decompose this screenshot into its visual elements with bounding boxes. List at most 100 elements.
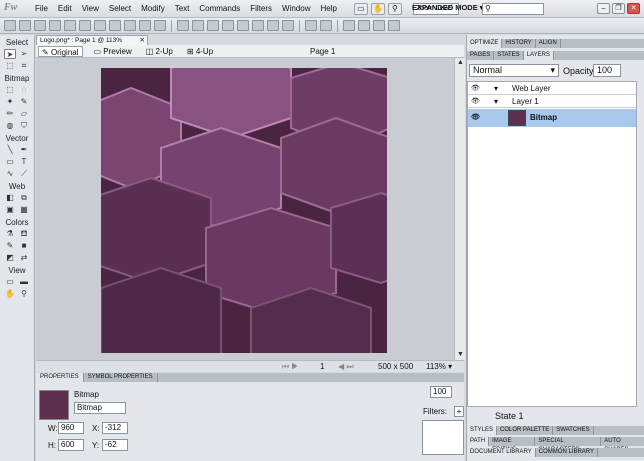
height-field[interactable]: 600 (58, 439, 84, 451)
hotspot-tool-icon[interactable]: ◧ (4, 193, 16, 203)
object-name-field[interactable]: Bitmap (74, 402, 126, 414)
menu-modify[interactable]: Modify (136, 4, 170, 13)
menu-text[interactable]: Text (170, 4, 195, 13)
eye-icon[interactable]: 👁 (471, 96, 480, 108)
tab-image-editing[interactable]: IMAGE EDITING (489, 437, 536, 453)
close-button[interactable]: ✕ (627, 3, 640, 14)
freeform-tool-icon[interactable]: ∿ (4, 169, 16, 179)
tab-symbol-properties[interactable]: SYMBOL PROPERTIES (84, 373, 158, 382)
tab-states[interactable]: STATES (494, 51, 524, 60)
eraser-tool-icon[interactable]: ▱ (18, 109, 30, 119)
text-tool-icon[interactable]: T (18, 157, 30, 167)
tab-swatches[interactable]: SWATCHES (553, 426, 594, 435)
scroll-up-icon[interactable]: ▲ (455, 58, 466, 68)
layer-row-web-layer[interactable]: 👁 ▾ Web Layer (468, 83, 636, 95)
tab-styles[interactable]: STYLES (467, 426, 498, 435)
stroke-color-icon[interactable]: ✎ (4, 241, 16, 251)
eye-icon[interactable]: 👁 (471, 83, 480, 95)
eye-icon[interactable]: 👁 (471, 109, 480, 127)
tab-layers[interactable]: LAYERS (523, 51, 554, 60)
menu-window[interactable]: Window (277, 4, 315, 13)
crop-tool-icon[interactable]: ⌗ (18, 61, 30, 71)
export-icon[interactable] (64, 20, 76, 31)
bring-to-front-icon[interactable] (267, 20, 279, 31)
brush-tool-icon[interactable]: ✎ (18, 97, 30, 107)
tab-auto-shapes[interactable]: AUTO SHAPES (601, 437, 644, 453)
tab-special-characters[interactable]: SPECIAL CHARACTERS (535, 437, 602, 453)
undo-icon[interactable] (94, 20, 106, 31)
tab-optimize[interactable]: OPTIMIZE (467, 39, 503, 48)
group-icon[interactable] (177, 20, 189, 31)
rotate-ccw-icon[interactable] (343, 20, 355, 31)
standard-screen-icon[interactable]: ▭ (4, 277, 16, 287)
send-backward-icon[interactable] (252, 20, 264, 31)
pen-tool-icon[interactable]: ✒ (18, 145, 30, 155)
new-icon[interactable] (4, 20, 16, 31)
width-field[interactable]: 960 (58, 422, 84, 434)
menu-select[interactable]: Select (104, 4, 136, 13)
magic-wand-tool-icon[interactable]: ✦ (4, 97, 16, 107)
tab-original[interactable]: ✎ Original (38, 45, 83, 57)
add-filter-button[interactable]: + (454, 406, 464, 417)
next-frame-icon[interactable]: ◀ ⏭ (338, 362, 354, 372)
tab-color-palette[interactable]: COLOR PALETTE (497, 426, 554, 435)
canvas-area[interactable] (36, 58, 454, 360)
subselection-tool-icon[interactable]: ➢ (18, 49, 30, 59)
print-icon[interactable] (79, 20, 91, 31)
flip-horizontal-icon[interactable] (373, 20, 385, 31)
rectangle-tool-icon[interactable]: ▭ (4, 157, 16, 167)
blend-mode-select[interactable]: Normal ▾ (469, 64, 559, 77)
layer-row-bitmap[interactable]: 👁 Bitmap (468, 109, 636, 127)
menu-view[interactable]: View (77, 4, 104, 13)
search-input[interactable]: ⚲ (482, 3, 544, 15)
tab-align[interactable]: ALIGN (536, 39, 561, 48)
paste-icon[interactable] (154, 20, 166, 31)
workspace-switcher[interactable]: EXPANDED MODE ▾ (412, 3, 484, 12)
paint-bucket-tool-icon[interactable]: ⛾ (18, 229, 30, 239)
tab-properties[interactable]: PROPERTIES (36, 373, 84, 382)
flip-vertical-icon[interactable] (388, 20, 400, 31)
menu-filters[interactable]: Filters (245, 4, 277, 13)
screen-mode-icon[interactable]: ▭ (353, 2, 368, 15)
close-document-icon[interactable]: ✕ (140, 36, 145, 45)
zoom-tool-icon[interactable]: ⚲ (18, 289, 30, 299)
hand-icon[interactable]: ✋ (370, 2, 385, 15)
bring-forward-icon[interactable] (237, 20, 249, 31)
zoom-icon[interactable]: ⚲ (387, 2, 402, 15)
rotate-cw-icon[interactable] (358, 20, 370, 31)
show-slices-icon[interactable]: ▦ (18, 205, 30, 215)
bitmap-artwork[interactable] (101, 68, 387, 353)
layer-opacity-field[interactable]: 100 (593, 64, 621, 77)
pointer-tool-icon[interactable]: ➤ (4, 49, 16, 59)
send-to-back-icon[interactable] (282, 20, 294, 31)
join-icon[interactable] (207, 20, 219, 31)
tab-common-library[interactable]: COMMON LIBRARY (536, 448, 599, 457)
default-colors-icon[interactable]: ◩ (4, 253, 16, 263)
knife-tool-icon[interactable]: ⟋ (18, 169, 30, 179)
ungroup-icon[interactable] (192, 20, 204, 31)
align-icon[interactable] (305, 20, 317, 31)
menu-commands[interactable]: Commands (194, 4, 245, 13)
copy-icon[interactable] (139, 20, 151, 31)
y-field[interactable]: -62 (102, 439, 128, 451)
slice-tool-icon[interactable]: ⧉ (18, 193, 30, 203)
restore-button[interactable]: ❐ (612, 3, 625, 14)
rubber-stamp-tool-icon[interactable]: ⛉ (18, 121, 30, 131)
opacity-field[interactable]: 100 (430, 386, 452, 398)
layer-row-layer-1[interactable]: 👁 ▾ Layer 1 (468, 96, 636, 108)
minimize-button[interactable]: – (597, 3, 610, 14)
hand-tool-icon[interactable]: ✋ (4, 289, 16, 299)
tab-4up[interactable]: ⊞ 4-Up (184, 46, 216, 57)
menu-help[interactable]: Help (316, 4, 342, 13)
redo-icon[interactable] (109, 20, 121, 31)
expand-icon[interactable]: ▾ (494, 96, 498, 108)
marquee-tool-icon[interactable]: ⬚ (4, 85, 16, 95)
save-icon[interactable] (34, 20, 46, 31)
import-icon[interactable] (49, 20, 61, 31)
cut-icon[interactable] (124, 20, 136, 31)
tab-history[interactable]: HISTORY (502, 39, 536, 48)
x-field[interactable]: -312 (102, 422, 128, 434)
vertical-scrollbar[interactable]: ▲ ▼ (454, 58, 465, 360)
first-frame-icon[interactable]: ⏮ ▶ (282, 362, 299, 372)
tab-pages[interactable]: PAGES (467, 51, 495, 60)
